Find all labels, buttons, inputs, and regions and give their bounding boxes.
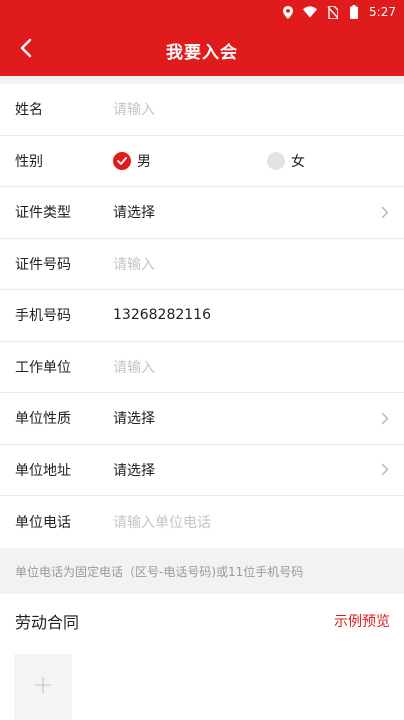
location-icon <box>281 5 295 19</box>
gender-male-label: 男 <box>137 153 151 170</box>
battery-icon <box>347 5 361 19</box>
id-type-select[interactable]: 请选择 <box>113 202 404 222</box>
chevron-left-icon <box>20 38 32 62</box>
id-number-label: 证件号码 <box>15 256 71 273</box>
chevron-right-icon <box>380 411 390 425</box>
employer-phone-input[interactable]: 请输入单位电话 <box>113 512 404 532</box>
id-type-label: 证件类型 <box>15 205 71 222</box>
radio-unchecked-icon <box>267 151 285 170</box>
id-number-input[interactable]: 请输入 <box>113 254 404 274</box>
gender-label: 性别 <box>15 153 43 170</box>
gender-row: 性别 男 女 <box>0 136 404 187</box>
chevron-right-icon <box>380 205 390 219</box>
name-input[interactable]: 请输入 <box>113 99 404 119</box>
employer-label: 工作单位 <box>15 359 71 376</box>
id-type-row[interactable]: 证件类型 请选择 <box>0 187 404 239</box>
employer-type-select[interactable]: 请选择 <box>113 408 404 428</box>
gender-radio-group: 男 女 <box>113 151 404 171</box>
contract-title: 劳动合同 <box>15 613 80 632</box>
employer-phone-hint: 单位电话为固定电话（区号-电话号码)或11位手机号码 <box>0 548 404 594</box>
employer-address-row[interactable]: 单位地址 请选择 <box>0 445 404 496</box>
employer-input[interactable]: 请输入 <box>113 357 404 377</box>
status-time: 5:27 <box>369 5 396 19</box>
employer-address-select[interactable]: 请选择 <box>113 460 404 480</box>
phone-input[interactable]: 13268282116 <box>113 307 404 323</box>
status-bar: 5:27 <box>0 0 404 24</box>
contract-header: 劳动合同 示例预览 <box>0 594 404 648</box>
employer-type-row[interactable]: 单位性质 请选择 <box>0 393 404 445</box>
plus-icon <box>34 676 52 698</box>
app-bar: 我要入会 <box>0 24 404 76</box>
employer-address-label: 单位地址 <box>15 462 71 479</box>
employer-row[interactable]: 工作单位 请输入 <box>0 342 404 393</box>
back-button[interactable] <box>8 32 44 68</box>
gender-female-radio[interactable]: 女 <box>267 151 305 171</box>
employer-phone-label: 单位电话 <box>15 514 71 531</box>
labor-contract-section: 劳动合同 示例预览 <box>0 594 404 720</box>
check-icon <box>113 151 131 170</box>
chevron-right-icon <box>380 463 390 477</box>
gender-male-radio[interactable]: 男 <box>113 151 151 171</box>
gender-female-label: 女 <box>291 153 305 170</box>
page-title: 我要入会 <box>166 42 238 63</box>
phone-label: 手机号码 <box>15 308 71 325</box>
name-row[interactable]: 姓名 请输入 <box>0 84 404 136</box>
id-number-row[interactable]: 证件号码 请输入 <box>0 239 404 290</box>
name-label: 姓名 <box>15 102 43 119</box>
membership-form: 姓名 请输入 性别 男 女 证件类型 请选择 证件号码 请输入 手机号码 132… <box>0 84 404 548</box>
sample-preview-link[interactable]: 示例预览 <box>334 611 390 631</box>
wifi-icon <box>303 5 318 19</box>
employer-phone-row[interactable]: 单位电话 请输入单位电话 <box>0 496 404 548</box>
upload-contract-button[interactable] <box>14 654 72 720</box>
phone-row[interactable]: 手机号码 13268282116 <box>0 290 404 342</box>
no-sim-icon <box>325 5 339 19</box>
employer-type-label: 单位性质 <box>15 411 71 428</box>
